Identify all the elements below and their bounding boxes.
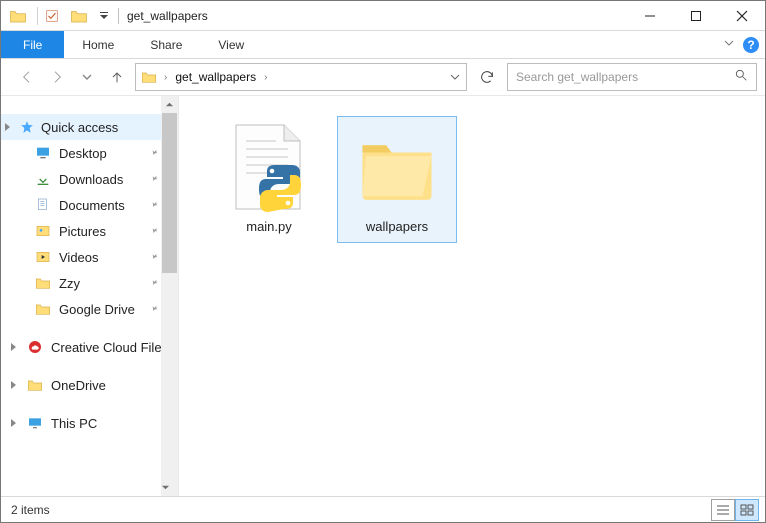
file-item-label: wallpapers <box>340 219 454 234</box>
items-view[interactable]: main.py wallpapers <box>179 96 765 496</box>
tab-view[interactable]: View <box>200 31 262 58</box>
folder-icon <box>357 123 437 213</box>
videos-icon <box>35 249 51 265</box>
sidebar-item-label: Quick access <box>41 120 118 135</box>
pictures-icon <box>35 223 51 239</box>
sidebar-item-desktop[interactable]: Desktop <box>1 140 178 166</box>
folder-icon <box>35 301 51 317</box>
sidebar-item-documents[interactable]: Documents <box>1 192 178 218</box>
sidebar-item-onedrive[interactable]: OneDrive <box>1 372 178 398</box>
sidebar-item-creative-cloud[interactable]: Creative Cloud Files <box>1 334 178 360</box>
search-input[interactable] <box>516 70 734 84</box>
downloads-icon <box>35 171 51 187</box>
sidebar-item-zzy[interactable]: Zzy <box>1 270 178 296</box>
file-item-main-py[interactable]: main.py <box>209 116 329 243</box>
status-bar: 2 items <box>1 496 765 522</box>
maximize-button[interactable] <box>673 1 719 30</box>
back-button[interactable] <box>15 65 39 89</box>
documents-icon <box>35 197 51 213</box>
python-file-icon <box>229 123 309 213</box>
file-item-label: main.py <box>212 219 326 234</box>
minimize-button[interactable] <box>627 1 673 30</box>
status-item-count: 2 items <box>7 503 50 517</box>
tab-share[interactable]: Share <box>132 31 200 58</box>
large-icons-view-button[interactable] <box>735 499 759 521</box>
divider <box>37 7 38 25</box>
desktop-icon <box>35 145 51 161</box>
pin-icon <box>144 169 163 189</box>
qat-dropdown-icon[interactable] <box>94 6 114 26</box>
navigation-bar: › get_wallpapers › <box>1 59 765 95</box>
folder-icon <box>140 68 158 86</box>
star-icon <box>19 119 35 135</box>
sidebar-item-pictures[interactable]: Pictures <box>1 218 178 244</box>
tab-home[interactable]: Home <box>64 31 132 58</box>
close-button[interactable] <box>719 1 765 30</box>
pin-icon <box>144 247 163 267</box>
search-box[interactable] <box>507 63 757 91</box>
sidebar-item-google-drive[interactable]: Google Drive <box>1 296 178 322</box>
expand-ribbon-icon[interactable] <box>723 36 735 54</box>
sidebar-item-videos[interactable]: Videos <box>1 244 178 270</box>
navigation-pane: Quick access Desktop Downloads Documents… <box>1 96 179 496</box>
address-bar[interactable]: › get_wallpapers › <box>135 63 467 91</box>
properties-icon[interactable] <box>42 6 62 26</box>
window-title: get_wallpapers <box>127 9 208 23</box>
this-pc-icon <box>27 415 43 431</box>
creative-cloud-icon <box>27 339 43 355</box>
scroll-up-icon[interactable] <box>161 96 178 113</box>
file-item-wallpapers[interactable]: wallpapers <box>337 116 457 243</box>
up-button[interactable] <box>105 65 129 89</box>
divider <box>118 8 119 24</box>
refresh-button[interactable] <box>473 63 501 91</box>
details-view-button[interactable] <box>711 499 735 521</box>
recent-locations-button[interactable] <box>75 65 99 89</box>
file-menu-label: File <box>23 38 42 52</box>
forward-button[interactable] <box>45 65 69 89</box>
file-menu-button[interactable]: File <box>1 31 64 58</box>
pin-icon <box>144 299 163 319</box>
chevron-right-icon[interactable]: › <box>160 72 171 83</box>
scroll-thumb[interactable] <box>162 113 177 273</box>
scroll-down-icon[interactable] <box>161 479 170 496</box>
search-icon[interactable] <box>734 68 748 87</box>
sidebar-quick-access[interactable]: Quick access <box>1 114 178 140</box>
chevron-right-icon[interactable]: › <box>260 72 271 83</box>
address-history-dropdown[interactable] <box>448 72 462 82</box>
new-folder-icon[interactable] <box>68 5 90 27</box>
pin-icon <box>144 195 163 215</box>
title-bar: get_wallpapers <box>1 1 765 31</box>
sidebar-item-downloads[interactable]: Downloads <box>1 166 178 192</box>
quick-access-toolbar <box>1 1 114 30</box>
folder-icon <box>7 5 29 27</box>
pin-icon <box>144 221 163 241</box>
sidebar-item-this-pc[interactable]: This PC <box>1 410 178 436</box>
pin-icon <box>144 273 163 293</box>
breadcrumb-current[interactable]: get_wallpapers <box>173 70 258 84</box>
window-controls <box>627 1 765 30</box>
folder-icon <box>27 377 43 393</box>
help-icon[interactable]: ? <box>743 37 759 53</box>
folder-icon <box>35 275 51 291</box>
pin-icon <box>144 143 163 163</box>
sidebar-scrollbar[interactable] <box>161 96 178 496</box>
ribbon: File Home Share View ? <box>1 31 765 59</box>
